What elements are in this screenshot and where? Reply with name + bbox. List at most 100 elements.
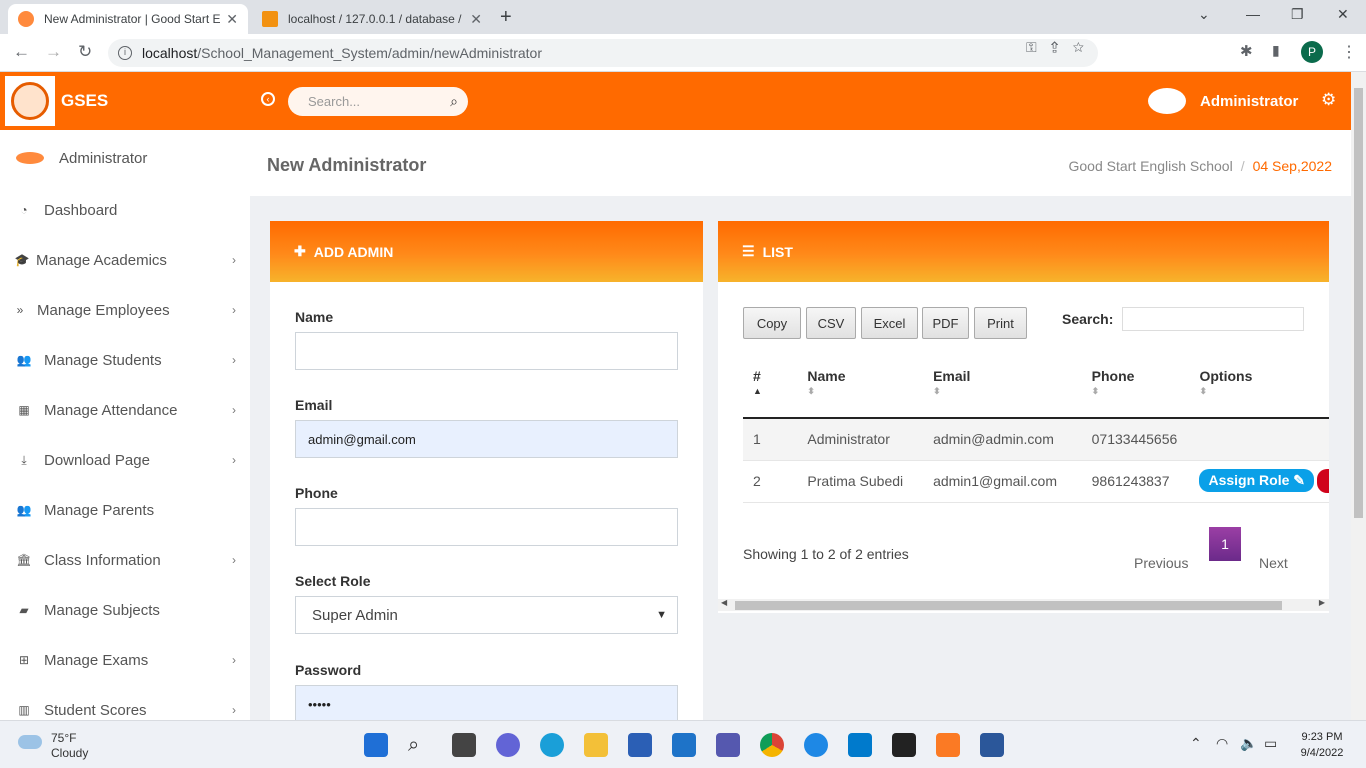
excel-button[interactable]: Excel [861,307,918,339]
side-panel-icon[interactable]: ▮ [1272,42,1280,59]
column-header-phone[interactable]: Phone ⬍ [1081,356,1190,419]
assign-role-button[interactable]: Assign Role ✎ [1199,468,1314,492]
sidebar: Administrator ◔ Dashboard 🎓 Manage Acade… [0,130,250,720]
file-explorer-icon[interactable] [584,733,608,757]
column-header-name[interactable]: Name ⬍ [797,356,924,419]
email-field[interactable]: admin@gmail.com [295,420,678,458]
mysql-workbench-icon[interactable] [804,733,828,757]
print-button[interactable]: Print [974,307,1027,339]
sidebar-item-manage-exams[interactable]: ⊞ Manage Exams › [0,642,250,678]
close-window-icon[interactable]: ✕ [1337,6,1349,23]
battery-icon[interactable]: ▭ [1264,735,1277,752]
password-label: Password [295,662,362,678]
delete-button[interactable] [1317,469,1329,494]
chevron-right-icon: › [232,553,236,567]
vscode-icon[interactable] [848,733,872,757]
phpmyadmin-favicon-icon [262,11,278,27]
teams-icon[interactable] [716,733,740,757]
reload-icon[interactable]: ↻ [78,42,92,62]
user-name[interactable]: Administrator [1200,93,1298,110]
csv-button[interactable]: CSV [806,307,856,339]
chrome-icon[interactable] [760,733,784,757]
key-share-star-icons[interactable]: ⚿⇪☆ [1026,39,1098,56]
phone-field[interactable] [295,508,678,546]
name-field[interactable] [295,332,678,370]
url-input[interactable]: i localhost/School_Management_System/adm… [108,39,1098,67]
chevron-right-icon: › [232,403,236,417]
sidebar-item-dashboard[interactable]: ◔ Dashboard [0,192,250,228]
new-tab-icon[interactable]: + [500,6,512,29]
mail-icon[interactable] [672,733,696,757]
chevron-right-icon: › [232,703,236,717]
store-icon[interactable] [628,733,652,757]
profile-avatar[interactable]: P [1301,41,1323,63]
system-clock[interactable]: 9:23 PM 9/4/2022 [1292,729,1352,761]
puzzle-extensions-icon[interactable]: ✱ [1240,42,1253,60]
column-header-num[interactable]: # ▲ [743,356,798,419]
site-info-icon[interactable]: i [118,46,132,60]
pdf-button[interactable]: PDF [922,307,969,339]
sidebar-item-label: Manage Parents [44,501,155,519]
page-vertical-scrollbar[interactable] [1351,72,1366,720]
close-tab-icon[interactable]: ✕ [470,11,482,28]
table-info: Showing 1 to 2 of 2 entries [743,546,909,562]
back-arrow-icon[interactable]: ← [13,42,30,62]
add-admin-header: ✚ ADD ADMIN [270,221,703,282]
gear-icon[interactable]: ⚙ [1321,90,1336,110]
close-tab-icon[interactable]: ✕ [226,11,238,28]
role-select[interactable]: Super Admin ▼ [295,596,678,634]
volume-icon[interactable]: 🔈 [1240,735,1257,752]
browser-menu-icon[interactable]: ⋮ [1341,42,1357,62]
edge-icon[interactable] [540,733,564,757]
sidebar-item-manage-employees[interactable]: » Manage Employees › [0,292,250,328]
previous-page-button[interactable]: Previous [1134,555,1188,571]
chevron-up-icon[interactable]: ⌃ [1190,735,1202,752]
search-icon[interactable]: ⌕ [408,733,432,757]
sidebar-item-manage-academics[interactable]: 🎓 Manage Academics › [0,242,250,278]
minimize-icon[interactable]: — [1246,6,1260,22]
forward-arrow-icon[interactable]: → [45,42,62,62]
copy-button[interactable]: Copy [743,307,801,339]
tab-search-chevron-icon[interactable]: ⌄ [1198,6,1210,23]
sidebar-item-manage-subjects[interactable]: ▰ Manage Subjects [0,592,250,628]
user-avatar[interactable] [1148,88,1186,114]
sidebar-item-label: Download Page [44,451,150,469]
search-icon[interactable]: ⌕ [450,87,458,116]
sidebar-item-class-information[interactable]: 🏛 Class Information › [0,542,250,578]
sidebar-item-manage-attendance[interactable]: ▦ Manage Attendance › [0,392,250,428]
sidebar-item-manage-parents[interactable]: 👥 Manage Parents [0,492,250,528]
sidebar-item-download-page[interactable]: ⤓ Download Page › [0,442,250,478]
scrollbar-thumb[interactable] [1354,88,1363,518]
task-view-icon[interactable] [452,733,476,757]
chevron-right-icon: › [232,653,236,667]
chevron-right-icon: › [232,453,236,467]
sidebar-item-manage-students[interactable]: 👥 Manage Students › [0,342,250,378]
sidebar-item-label: Manage Students [44,351,162,369]
clock-date: 9/4/2022 [1300,747,1344,759]
search-placeholder: Search... [308,94,361,109]
page-1-button[interactable]: 1 [1209,527,1241,561]
column-header-options[interactable]: Options ⬍ [1189,356,1329,419]
maximize-icon[interactable]: ❐ [1291,6,1304,23]
column-header-email[interactable]: Email ⬍ [923,356,1082,419]
table-search-input[interactable] [1122,307,1304,331]
wifi-icon[interactable]: ◠ [1216,735,1228,752]
windows-start-icon[interactable] [364,733,388,757]
breadcrumb-school[interactable]: Good Start English School [1068,158,1232,174]
browser-tab-active[interactable]: New Administrator | Good Start E ✕ [8,4,248,34]
next-page-button[interactable]: Next [1259,555,1288,571]
list-header: ☰ LIST [718,221,1329,282]
scrollbar-thumb[interactable] [735,601,1282,610]
sidebar-item-label: Administrator [59,149,148,167]
table-horizontal-scrollbar[interactable]: ◀ ▶ [718,598,1329,611]
word-icon[interactable] [980,733,1004,757]
password-field[interactable]: ••••• [295,685,678,723]
brand-area[interactable]: GSES [0,72,250,130]
browser-tab-phpmyadmin[interactable]: localhost / 127.0.0.1 / database / ✕ [252,4,492,34]
terminal-icon[interactable] [892,733,916,757]
search-input[interactable]: Search... ⌕ [288,87,468,116]
sidebar-toggle-icon[interactable]: ‹ [261,92,275,106]
xampp-icon[interactable] [936,733,960,757]
sidebar-item-administrator[interactable]: Administrator [0,140,250,176]
chat-icon[interactable] [496,733,520,757]
